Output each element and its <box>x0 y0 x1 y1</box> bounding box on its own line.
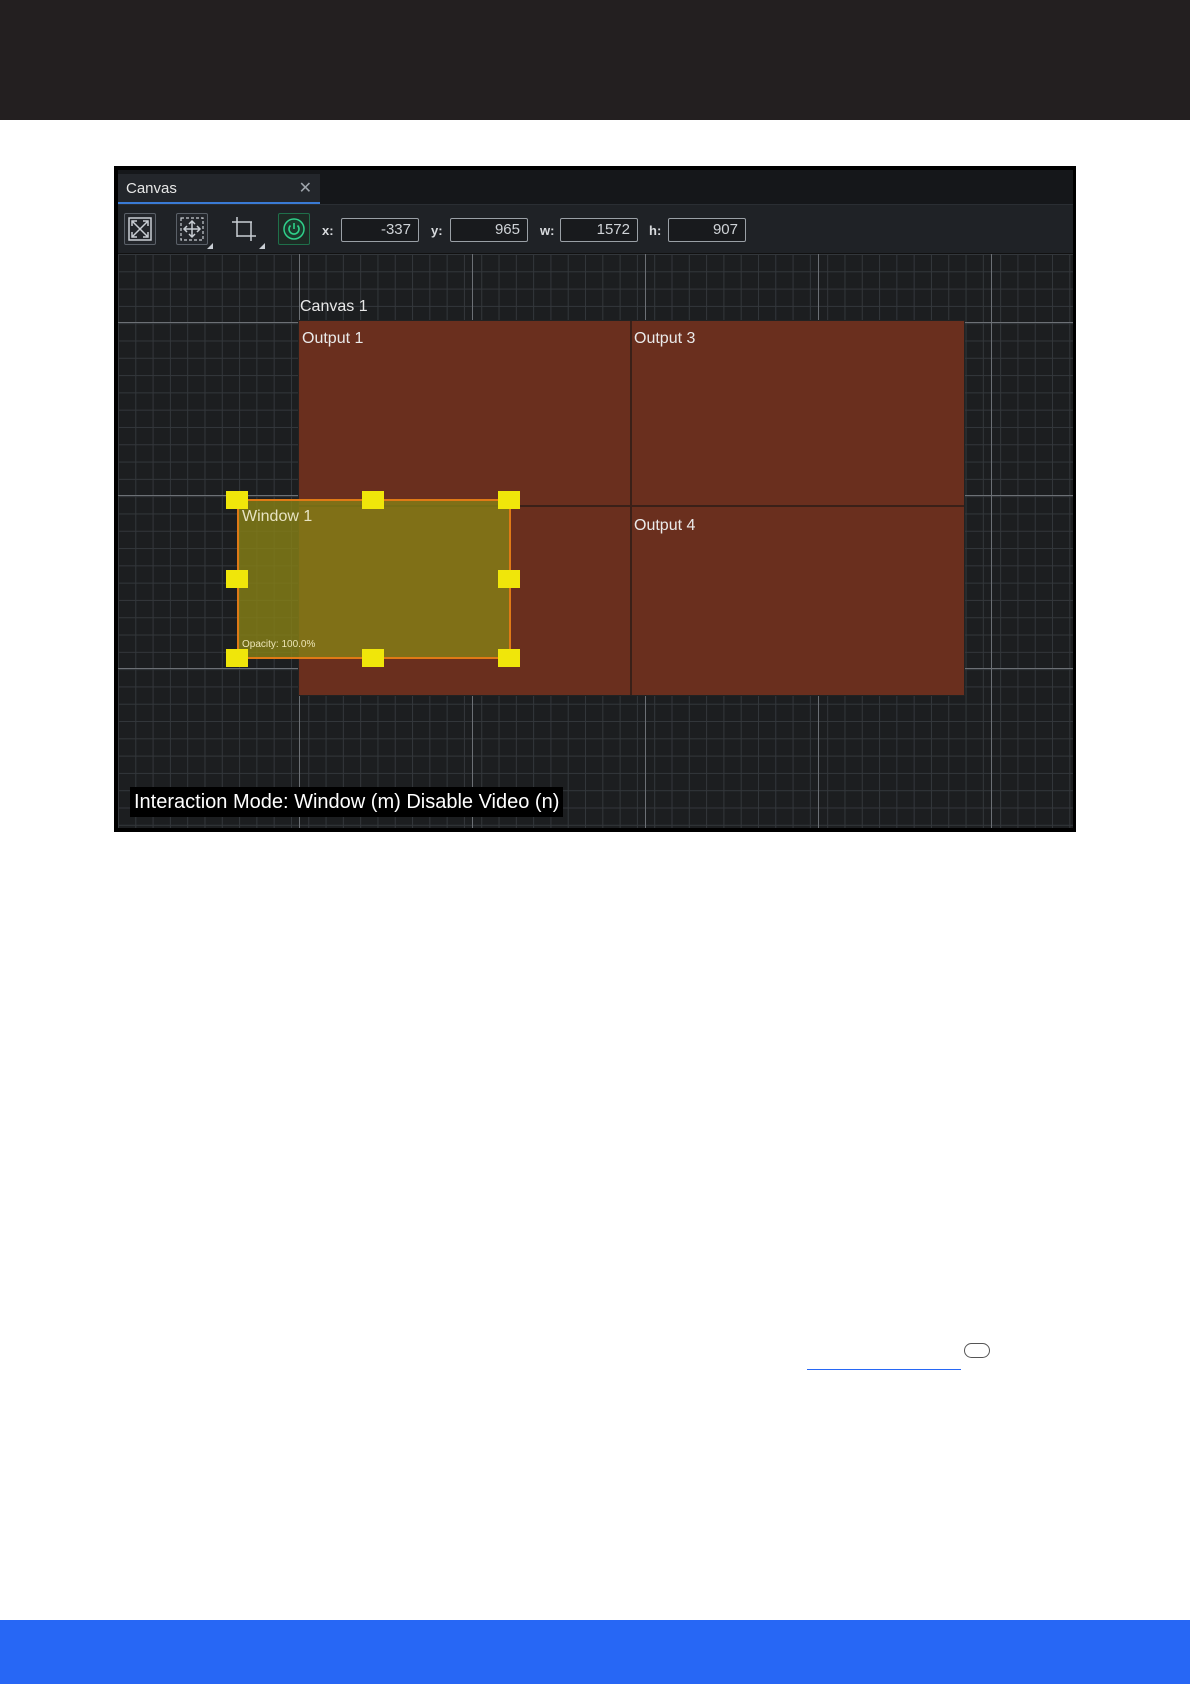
w-label: w: <box>540 223 555 238</box>
resize-handle-bottom-right[interactable] <box>498 649 520 667</box>
w-input[interactable]: 1572 <box>560 218 638 242</box>
crop-button[interactable] <box>228 213 265 249</box>
window-name-label: Window 1 <box>242 508 313 525</box>
h-input[interactable]: 907 <box>668 218 746 242</box>
dropdown-corner-icon <box>259 243 265 249</box>
output-3-label: Output 3 <box>634 330 696 347</box>
power-icon <box>283 218 305 240</box>
tab-label: Canvas <box>126 180 177 197</box>
expand-arrows-icon <box>128 217 152 241</box>
output-divider <box>630 321 632 695</box>
x-input[interactable]: -337 <box>341 218 419 242</box>
output-1-label: Output 1 <box>302 330 364 347</box>
fit-to-view-button[interactable] <box>124 213 156 245</box>
output-4-label: Output 4 <box>634 517 696 534</box>
page-header-band <box>0 0 1190 120</box>
link-pill-icon[interactable] <box>964 1343 990 1358</box>
canvas-panel-screenshot: Canvas ✕ x: -337 y: 965 w: 1572 h: 907 C… <box>114 166 1076 832</box>
y-label: y: <box>431 223 443 238</box>
resize-handle-top-right[interactable] <box>498 491 520 509</box>
y-input[interactable]: 965 <box>450 218 528 242</box>
crop-frame-icon <box>232 217 256 241</box>
h-label: h: <box>649 223 662 238</box>
tab-bar: Canvas ✕ <box>118 170 1073 205</box>
move-button[interactable] <box>176 213 213 249</box>
canvas-workspace[interactable]: Canvas 1 Output 1 Output 3 Output 4 Wind… <box>118 254 1073 828</box>
close-icon[interactable]: ✕ <box>299 174 312 204</box>
resize-handle-bottom[interactable] <box>362 649 384 667</box>
x-label: x: <box>322 223 334 238</box>
page-footer-band <box>0 1620 1190 1684</box>
resize-handle-right[interactable] <box>498 570 520 588</box>
resize-handle-top-left[interactable] <box>226 491 248 509</box>
resize-handle-bottom-left[interactable] <box>226 649 248 667</box>
link-underline[interactable] <box>807 1369 961 1370</box>
interaction-mode-status: Interaction Mode: Window (m) Disable Vid… <box>130 787 564 817</box>
dropdown-corner-icon <box>207 243 213 249</box>
opacity-label: Opacity: 100.0% <box>242 639 316 650</box>
power-toggle-button[interactable] <box>278 213 310 245</box>
tab-canvas[interactable]: Canvas ✕ <box>118 174 320 204</box>
canvas-name-label: Canvas 1 <box>300 298 368 315</box>
resize-handle-left[interactable] <box>226 570 248 588</box>
canvas-panel: Canvas ✕ x: -337 y: 965 w: 1572 h: 907 C… <box>118 170 1073 828</box>
toolbar: x: -337 y: 965 w: 1572 h: 907 <box>118 205 1073 254</box>
grid-major-line <box>991 254 992 828</box>
resize-handle-top[interactable] <box>362 491 384 509</box>
move-arrows-icon <box>180 217 204 241</box>
